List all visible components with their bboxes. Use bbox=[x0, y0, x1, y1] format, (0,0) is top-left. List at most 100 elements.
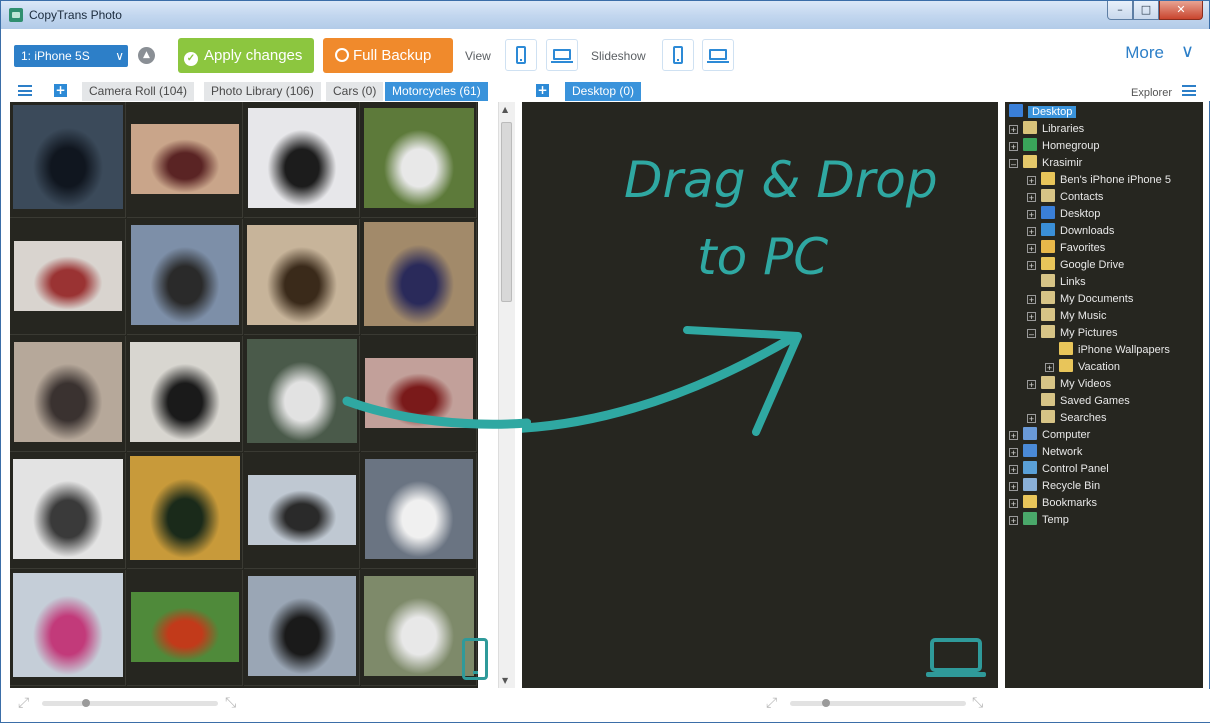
tree-item[interactable]: + Recycle Bin bbox=[1009, 478, 1100, 495]
photo-thumbnail[interactable] bbox=[130, 456, 240, 560]
tree-item[interactable]: – My Pictures bbox=[1027, 325, 1117, 342]
shrink-icon[interactable]: ⤢ bbox=[766, 695, 777, 711]
photo-thumbnail[interactable] bbox=[248, 108, 356, 208]
tree-item[interactable]: + Computer bbox=[1009, 427, 1090, 444]
tree-item[interactable]: + Temp bbox=[1009, 512, 1069, 529]
photo-thumbnail[interactable] bbox=[247, 225, 357, 325]
photo-cell[interactable] bbox=[127, 570, 243, 686]
expand-toggle-icon[interactable] bbox=[1045, 345, 1054, 354]
device-select[interactable]: 1: iPhone 5S ∨ bbox=[14, 45, 128, 67]
view-phone-button[interactable] bbox=[505, 39, 537, 71]
photo-thumbnail[interactable] bbox=[131, 225, 239, 325]
full-backup-button[interactable]: Full Backup bbox=[323, 38, 453, 73]
expand-toggle-icon[interactable]: + bbox=[1009, 482, 1018, 492]
photo-cell[interactable] bbox=[10, 219, 126, 335]
minimize-button[interactable]: – bbox=[1107, 1, 1133, 20]
tree-item[interactable]: Links bbox=[1027, 274, 1086, 291]
more-button[interactable]: More bbox=[1125, 43, 1164, 63]
menu-icon[interactable] bbox=[18, 85, 32, 96]
expand-icon[interactable]: ⤡ bbox=[225, 695, 236, 711]
tree-item[interactable]: iPhone Wallpapers bbox=[1045, 342, 1170, 359]
expand-toggle-icon[interactable]: – bbox=[1027, 329, 1036, 339]
photo-cell[interactable] bbox=[10, 336, 126, 452]
close-button[interactable]: ✕ bbox=[1159, 1, 1203, 20]
explorer-tree[interactable]: Desktop + Libraries + Homegroup – Krasimir + Ben… bbox=[1005, 102, 1203, 688]
expand-toggle-icon[interactable]: + bbox=[1027, 193, 1036, 203]
photo-thumbnail[interactable] bbox=[131, 124, 239, 194]
tree-item[interactable]: + Desktop bbox=[1027, 206, 1100, 223]
scroll-thumb[interactable] bbox=[501, 122, 512, 302]
tab-cars[interactable]: Cars (0) bbox=[326, 82, 385, 101]
expand-toggle-icon[interactable]: + bbox=[1027, 295, 1036, 305]
expand-toggle-icon[interactable]: + bbox=[1027, 176, 1036, 186]
tree-item[interactable]: + Homegroup bbox=[1009, 138, 1099, 155]
tab-photo-library[interactable]: Photo Library (106) bbox=[204, 82, 322, 101]
chevron-down-icon[interactable]: ∨ bbox=[1181, 41, 1194, 62]
tab-desktop[interactable]: Desktop (0) bbox=[565, 82, 643, 101]
photo-thumbnail[interactable] bbox=[248, 475, 356, 545]
photo-cell[interactable] bbox=[10, 453, 126, 569]
expand-toggle-icon[interactable]: + bbox=[1009, 125, 1018, 135]
tree-item[interactable]: + Control Panel bbox=[1009, 461, 1109, 478]
photo-cell[interactable] bbox=[244, 453, 360, 569]
photo-thumbnail[interactable] bbox=[364, 222, 474, 326]
slideshow-laptop-button[interactable] bbox=[702, 39, 734, 71]
photo-thumbnail[interactable] bbox=[364, 576, 474, 676]
tree-item[interactable]: + Ben's iPhone iPhone 5 bbox=[1027, 172, 1171, 189]
expand-toggle-icon[interactable]: – bbox=[1009, 159, 1018, 169]
expand-toggle-icon[interactable]: + bbox=[1027, 227, 1036, 237]
photo-thumbnail[interactable] bbox=[131, 592, 239, 662]
tree-item[interactable]: + Vacation bbox=[1045, 359, 1120, 376]
explorer-menu-icon[interactable] bbox=[1182, 85, 1196, 96]
tree-item[interactable]: + My Documents bbox=[1027, 291, 1133, 308]
photo-cell[interactable] bbox=[244, 102, 360, 218]
expand-toggle-icon[interactable]: + bbox=[1009, 142, 1018, 152]
tree-item[interactable]: + Favorites bbox=[1027, 240, 1105, 257]
expand-toggle-icon[interactable]: + bbox=[1027, 380, 1036, 390]
tree-item[interactable]: + Contacts bbox=[1027, 189, 1103, 206]
tree-item[interactable]: + Libraries bbox=[1009, 121, 1084, 138]
expand-toggle-icon[interactable]: + bbox=[1027, 261, 1036, 271]
expand-toggle-icon[interactable]: + bbox=[1027, 244, 1036, 254]
tree-item[interactable]: + My Videos bbox=[1027, 376, 1111, 393]
photo-cell[interactable] bbox=[127, 219, 243, 335]
left-zoom-slider[interactable] bbox=[42, 701, 218, 706]
apply-changes-button[interactable]: ✓ Apply changes bbox=[178, 38, 314, 73]
tree-item[interactable]: Saved Games bbox=[1027, 393, 1130, 410]
tree-item[interactable]: + Bookmarks bbox=[1009, 495, 1097, 512]
view-laptop-button[interactable] bbox=[546, 39, 578, 71]
photo-cell[interactable] bbox=[127, 453, 243, 569]
tree-item[interactable]: + My Music bbox=[1027, 308, 1106, 325]
eject-icon[interactable]: ▲ bbox=[138, 47, 155, 64]
expand-toggle-icon[interactable]: + bbox=[1027, 210, 1036, 220]
photo-cell[interactable] bbox=[10, 102, 126, 218]
expand-toggle-icon[interactable]: + bbox=[1027, 414, 1036, 424]
photo-thumbnail[interactable] bbox=[365, 459, 473, 559]
expand-toggle-icon[interactable]: + bbox=[1009, 431, 1018, 441]
expand-toggle-icon[interactable]: + bbox=[1009, 516, 1018, 526]
tree-item[interactable]: + Network bbox=[1009, 444, 1082, 461]
title-bar[interactable]: CopyTrans Photo – □ ✕ bbox=[1, 1, 1209, 29]
expand-icon[interactable]: ⤡ bbox=[972, 695, 983, 711]
right-zoom-slider[interactable] bbox=[790, 701, 966, 706]
photo-thumbnail[interactable] bbox=[248, 576, 356, 676]
photo-thumbnail[interactable] bbox=[13, 459, 123, 559]
drop-zone[interactable]: Drag & Drop to PC bbox=[522, 102, 998, 688]
add-folder-icon[interactable]: + bbox=[536, 84, 549, 97]
expand-toggle-icon[interactable]: + bbox=[1027, 312, 1036, 322]
tree-item[interactable]: + Downloads bbox=[1027, 223, 1114, 240]
add-album-icon[interactable]: + bbox=[54, 84, 67, 97]
photo-thumbnail[interactable] bbox=[364, 108, 474, 208]
right-zoom-knob[interactable] bbox=[822, 699, 830, 707]
photo-cell[interactable] bbox=[127, 336, 243, 452]
slideshow-phone-button[interactable] bbox=[662, 39, 694, 71]
photo-thumbnail[interactable] bbox=[130, 342, 240, 442]
shrink-icon[interactable]: ⤢ bbox=[18, 695, 29, 711]
photo-cell[interactable] bbox=[361, 219, 477, 335]
tree-item[interactable]: + Searches bbox=[1027, 410, 1106, 427]
photo-thumbnail[interactable] bbox=[13, 573, 123, 677]
expand-toggle-icon[interactable]: + bbox=[1045, 363, 1054, 373]
photo-cell[interactable] bbox=[127, 102, 243, 218]
photo-cell[interactable] bbox=[361, 102, 477, 218]
tab-motorcycles[interactable]: Motorcycles (61) bbox=[385, 82, 489, 101]
